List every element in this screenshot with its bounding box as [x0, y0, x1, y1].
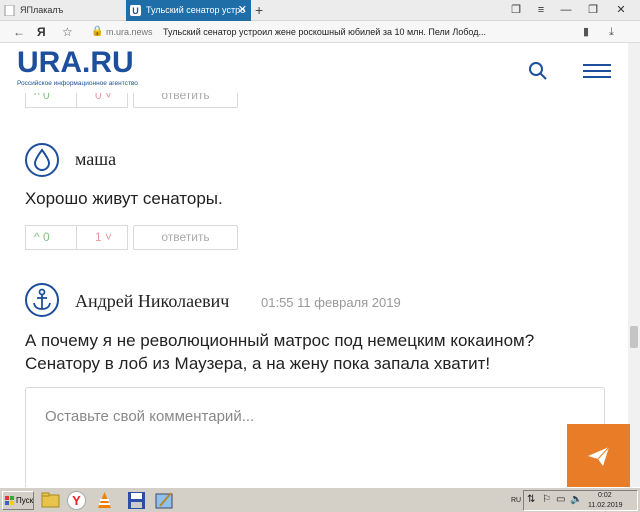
comment-text: А почему я не революционный матрос под н… [25, 331, 535, 373]
restore-button[interactable]: ❐ [582, 0, 604, 21]
url-domain[interactable]: m.ura.news [106, 21, 153, 43]
anchor-icon [25, 283, 59, 317]
tab-yaplakal[interactable]: ЯПлакалъ [0, 0, 122, 21]
clock-time: 0:02 [598, 492, 612, 499]
bookmark-icon[interactable]: ▮ [583, 21, 589, 43]
site-tagline: Российское информационное агентство [17, 80, 138, 87]
start-button[interactable]: Пуск [2, 491, 34, 510]
scrollbar-thumb[interactable] [630, 326, 638, 348]
minimize-button[interactable]: — [555, 0, 577, 21]
paint-icon[interactable] [154, 490, 175, 511]
new-tab-button[interactable]: + [255, 0, 263, 21]
comment-text: Хорошо живут сенаторы. [25, 189, 223, 208]
lock-icon: 🔒 [91, 26, 104, 37]
computer-icon[interactable]: ▭ [556, 494, 565, 505]
comment-input[interactable]: Оставьте свой комментарий... [25, 387, 605, 487]
yandex-browser-icon[interactable]: Y [66, 490, 87, 511]
comment-author: Андрей Николаевич [75, 291, 230, 311]
close-tab-icon[interactable]: ✕ [238, 0, 247, 21]
address-bar: ← Я ☆ 🔒 m.ura.news Тульский сенатор устр… [0, 21, 640, 43]
page-content: ^ 0 0 ˅ ответить URA.RU Российское инфор… [0, 43, 628, 487]
comment-date: 01:55 11 февраля 2019 [261, 295, 401, 310]
bookmarks-icon[interactable]: ❐ [505, 0, 527, 21]
tab-strip: ЯПлакалъ U Тульский сенатор устро ✕ + ❐ … [0, 0, 640, 21]
comment-author: маша [75, 149, 117, 169]
volume-icon[interactable]: 🔈 [570, 494, 582, 505]
yandex-icon[interactable]: Я [37, 21, 46, 43]
upvote-button[interactable]: ^ 0 [25, 225, 77, 250]
svg-text:U: U [132, 6, 139, 16]
start-label: Пуск [16, 496, 34, 505]
taskbar: Пуск Y RU ⇅ ⚐ ▭ 🔈 0:02 11.02.2019 [0, 487, 640, 512]
url-title[interactable]: Тульский сенатор устроил жене роскошный … [163, 21, 486, 43]
vlc-icon[interactable] [94, 490, 115, 511]
keyboard-lang[interactable]: RU [511, 497, 521, 504]
ura-favicon-icon: U [130, 5, 141, 16]
svg-text:Y: Y [72, 493, 81, 508]
system-tray: RU ⇅ ⚐ ▭ 🔈 0:02 11.02.2019 [511, 490, 638, 511]
download-icon[interactable]: ⤓ [609, 21, 614, 43]
page-icon [4, 5, 15, 16]
back-icon[interactable]: ← [13, 21, 25, 43]
scrollbar[interactable] [628, 43, 640, 487]
network-icon[interactable]: ⇅ [527, 494, 535, 505]
folder-icon[interactable] [40, 490, 61, 511]
clock-date: 11.02.2019 [588, 502, 623, 509]
tab-active[interactable]: U Тульский сенатор устро ✕ [126, 0, 251, 21]
flag-icon[interactable]: ⚐ [542, 494, 551, 505]
hamburger-menu-icon[interactable] [583, 61, 611, 81]
search-icon[interactable] [528, 61, 548, 81]
vote-row: ^ 0 1 ˅ ответить [25, 225, 238, 250]
send-icon [588, 446, 610, 466]
tab-label: Тульский сенатор устро [146, 5, 246, 15]
menu-icon[interactable]: ≡ [530, 0, 552, 21]
comment-placeholder: Оставьте свой комментарий... [45, 408, 255, 425]
reply-button[interactable]: ответить [133, 225, 238, 250]
tab-label: ЯПлакалъ [20, 5, 64, 15]
close-window-button[interactable]: ✕ [610, 0, 632, 21]
drop-icon [25, 143, 59, 177]
send-comment-button[interactable] [567, 424, 630, 487]
windows-logo-icon [5, 496, 14, 505]
site-header: URA.RU Российское информационное агентст… [0, 43, 628, 93]
star-icon[interactable]: ☆ [62, 21, 73, 43]
downvote-button[interactable]: 1 ˅ [77, 225, 128, 250]
site-logo[interactable]: URA.RU [17, 48, 134, 78]
save-icon[interactable] [126, 490, 147, 511]
